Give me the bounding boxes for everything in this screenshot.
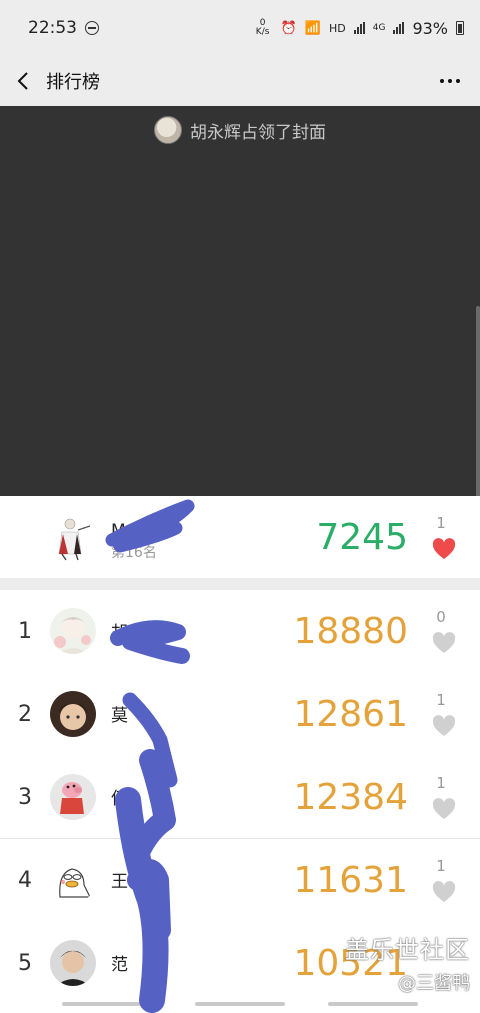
page-title: 排行榜: [46, 72, 100, 93]
leaderboard-row[interactable]: 4 王 11631 1: [0, 839, 480, 922]
step-count: 12384: [293, 777, 408, 818]
watermark-user: @三酱鸭: [398, 973, 470, 994]
heart-icon[interactable]: [432, 715, 456, 737]
nav-handle-left[interactable]: [62, 1002, 152, 1006]
my-rank-row[interactable]: M小 第16名 7245 1: [0, 496, 480, 579]
user-name: 范: [111, 955, 128, 975]
user-name: 莫: [111, 706, 128, 726]
rank-number: 3: [18, 785, 32, 810]
more-options-icon[interactable]: [420, 56, 480, 106]
nav-handle-center[interactable]: [195, 1002, 285, 1006]
do-not-disturb-icon: [85, 21, 99, 35]
like-count: 1: [436, 774, 446, 792]
net-speed: 0 K/s: [255, 18, 270, 37]
rank-number: 5: [18, 951, 32, 976]
user-name: 伍: [111, 789, 128, 809]
network-label-1: 4G: [372, 23, 386, 33]
battery-icon: [456, 21, 464, 35]
step-count: 11631: [293, 860, 408, 901]
rank-number: 2: [18, 702, 32, 727]
watermark-brand: 盖乐世社区: [345, 936, 470, 964]
signal-icon-1: [353, 22, 365, 34]
avatar: [50, 774, 96, 820]
avatar: [50, 940, 96, 986]
step-count: 18880: [293, 611, 408, 652]
status-bar: 22:53 0 K/s ⏰ 📶 HD 4G 93%: [0, 0, 480, 56]
status-icons: 0 K/s ⏰ 📶 HD 4G 93%: [253, 19, 464, 38]
hd-label: HD: [328, 21, 346, 35]
step-count: 12861: [293, 694, 408, 735]
cover-owner: 胡永辉占领了封面: [0, 116, 480, 144]
header-bar: 排行榜: [0, 56, 480, 106]
leaderboard-row[interactable]: 1 胡 18880 0: [0, 590, 480, 673]
rank-number: 4: [18, 868, 32, 893]
my-rank-text: 第16名: [111, 545, 157, 561]
user-name: 王: [111, 872, 128, 892]
battery-percent: 93%: [412, 18, 448, 38]
signal-icon-2: [393, 22, 405, 34]
heart-icon[interactable]: [432, 798, 456, 820]
like-count: 1: [436, 857, 446, 875]
my-avatar: [48, 514, 96, 562]
status-time: 22:53: [28, 18, 77, 38]
avatar: [50, 608, 96, 654]
my-steps: 7245: [316, 517, 408, 558]
watermark: 盖乐世社区 @三酱鸭: [345, 930, 470, 995]
user-name: 胡: [111, 623, 128, 643]
rank-number: 1: [18, 619, 32, 644]
navigation-bar: [0, 996, 480, 1013]
cover-owner-avatar: [154, 116, 182, 144]
leaderboard-row[interactable]: 2 莫 12861 1: [0, 673, 480, 756]
leaderboard-row[interactable]: 3 伍 12384 1: [0, 756, 480, 839]
back-icon[interactable]: [0, 56, 46, 106]
like-count: 1: [436, 691, 446, 709]
alarm-icon: ⏰: [280, 20, 297, 36]
cover-owner-text: 胡永辉占领了封面: [190, 122, 326, 143]
like-count: 0: [436, 608, 446, 626]
section-separator: [0, 578, 480, 590]
avatar: [50, 857, 96, 903]
heart-icon[interactable]: [432, 632, 456, 654]
heart-icon[interactable]: [432, 881, 456, 903]
cover-area[interactable]: 胡永辉占领了封面: [0, 106, 480, 546]
avatar: [50, 691, 96, 737]
wifi-icon: 📶: [304, 20, 321, 36]
my-name: M小: [111, 521, 169, 541]
heart-icon[interactable]: [432, 538, 456, 560]
my-like-count: 1: [436, 514, 446, 532]
nav-handle-right[interactable]: [328, 1002, 418, 1006]
